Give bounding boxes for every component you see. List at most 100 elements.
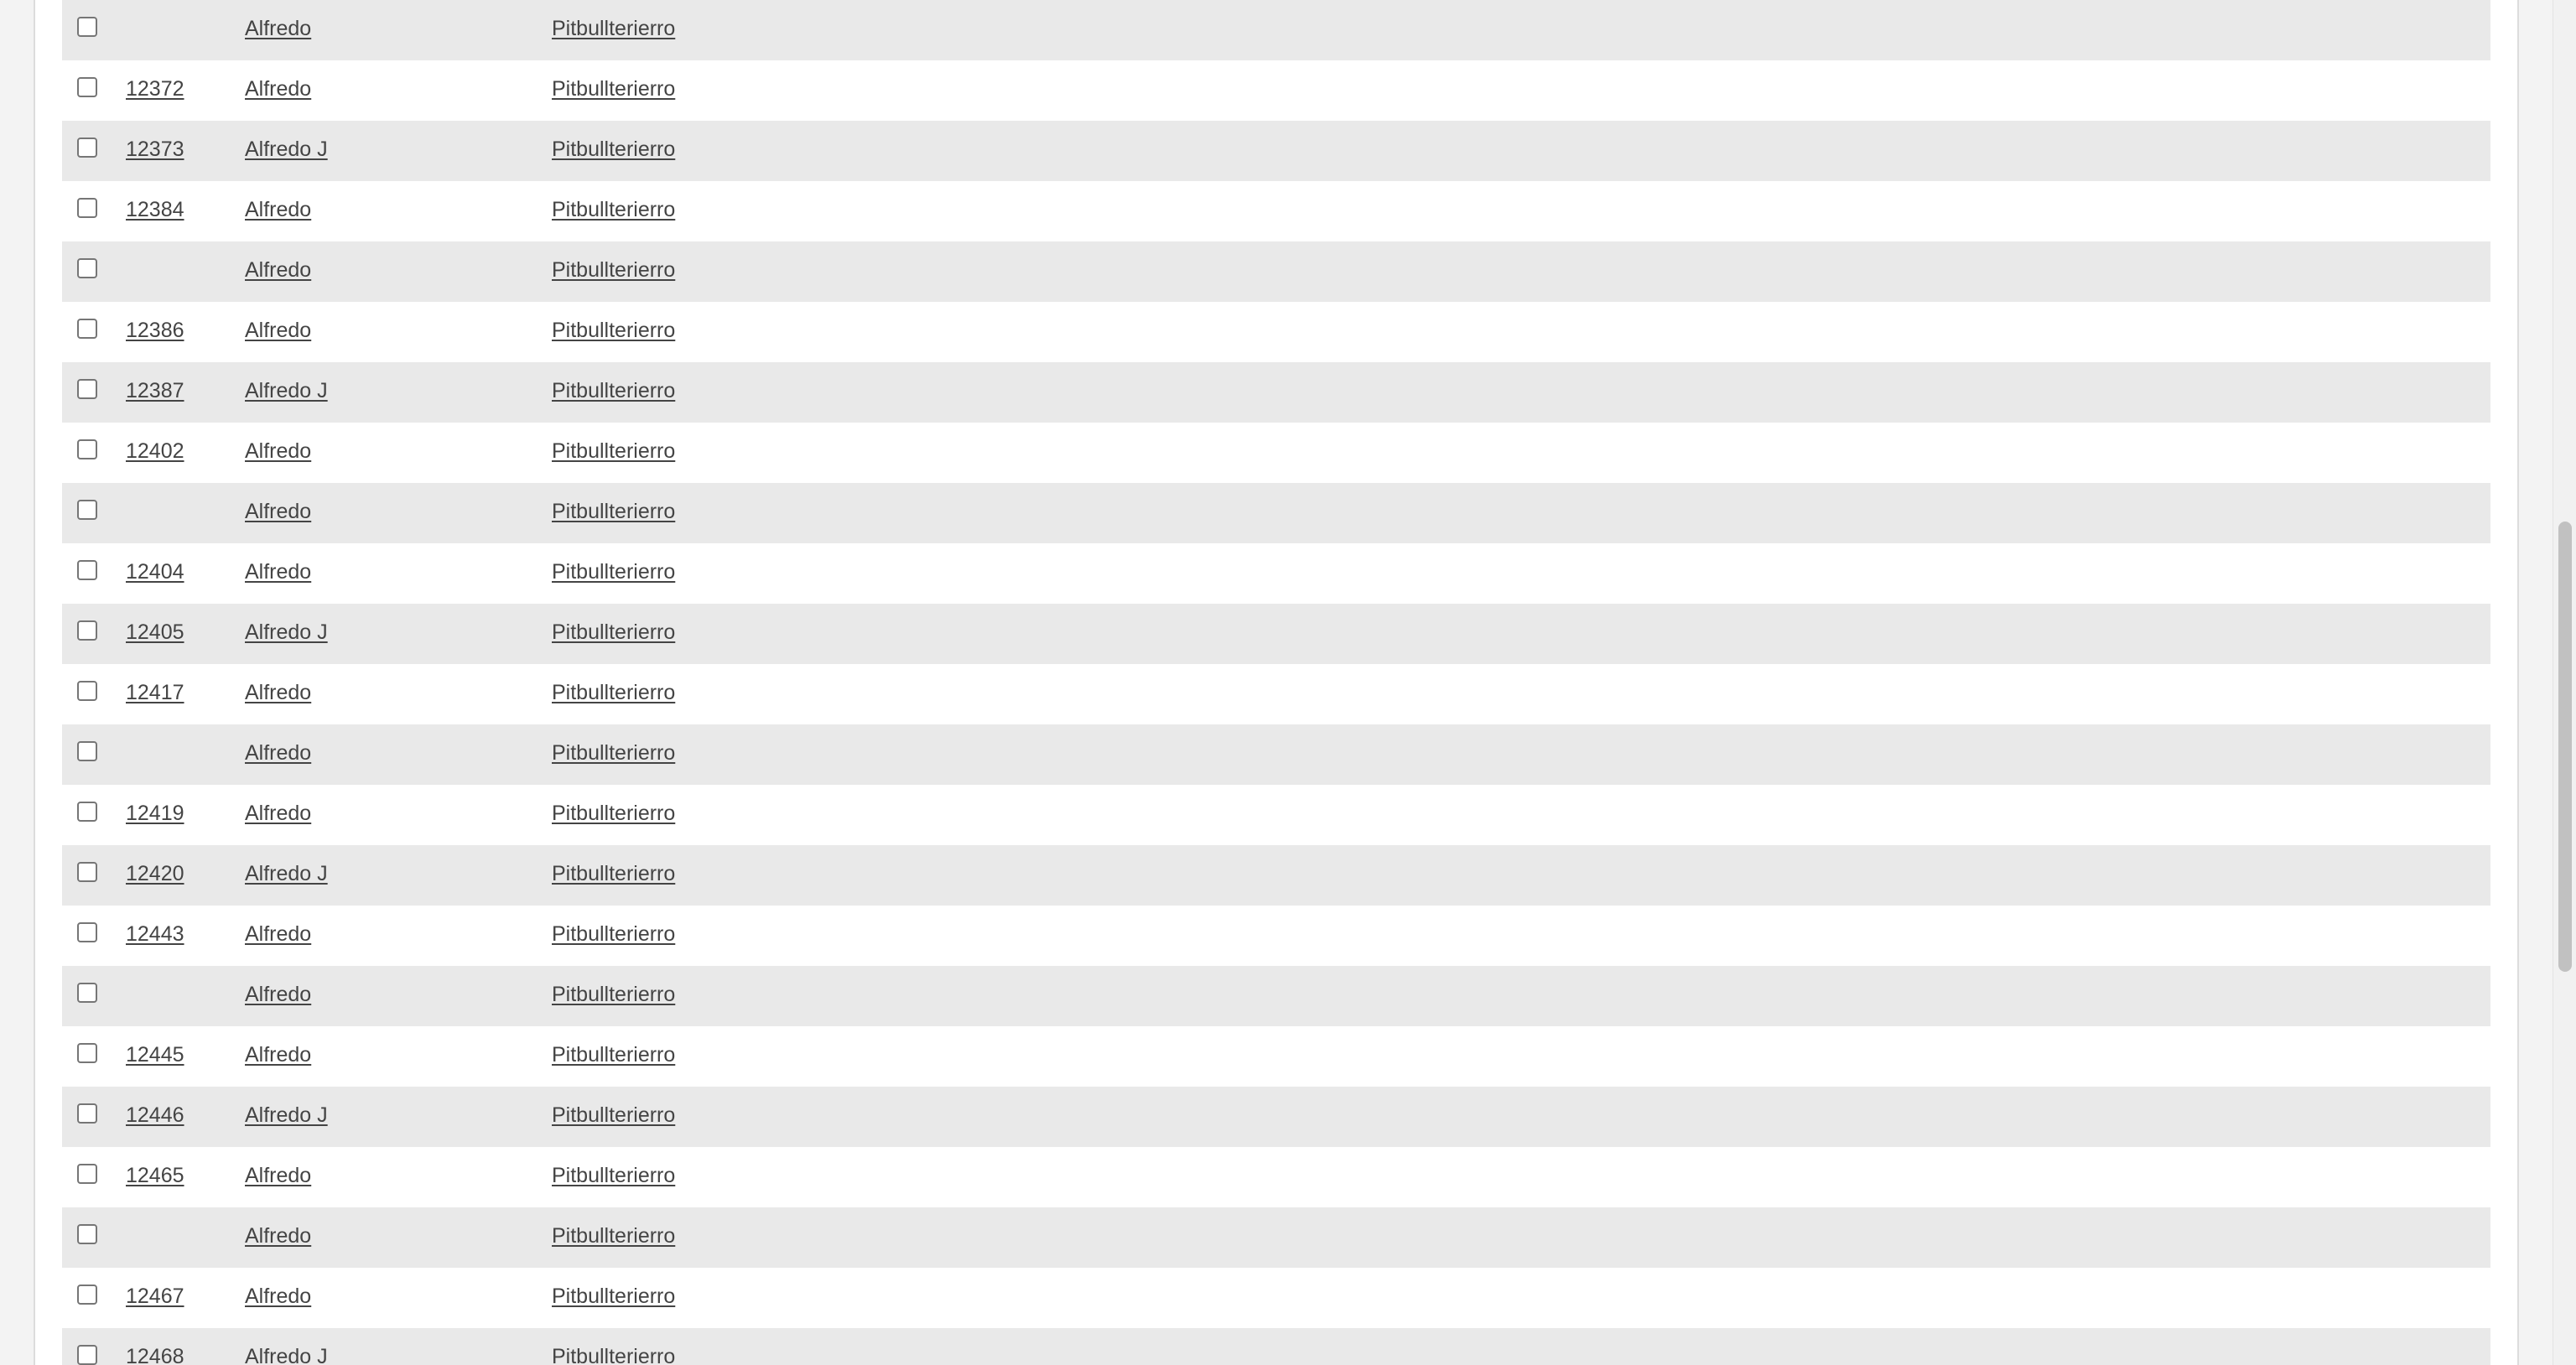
content-panel: Alfredo Pitbullterierro 12372 Alfredo Pi… [34, 0, 2519, 1365]
row-breed-link[interactable]: Pitbullterierro [552, 15, 675, 42]
row-id-link[interactable]: 12402 [126, 438, 184, 465]
table-row: 12386 Alfredo Pitbullterierro [62, 302, 2490, 362]
row-select-checkbox[interactable] [77, 1164, 97, 1184]
row-id-link[interactable]: 12443 [126, 921, 184, 947]
row-breed-link[interactable]: Pitbullterierro [552, 317, 675, 344]
row-id-link[interactable]: 12405 [126, 619, 184, 646]
row-breed-link[interactable]: Pitbullterierro [552, 377, 675, 404]
row-id-link[interactable]: 12446 [126, 1102, 184, 1129]
row-select-checkbox[interactable] [77, 379, 97, 399]
row-id-link[interactable]: 12445 [126, 1041, 184, 1068]
row-breed-link[interactable]: Pitbullterierro [552, 558, 675, 585]
row-name-link[interactable]: Alfredo [245, 438, 311, 465]
row-select-checkbox[interactable] [77, 1345, 97, 1365]
row-breed-link[interactable]: Pitbullterierro [552, 1222, 675, 1249]
row-name-link[interactable]: Alfredo [245, 15, 311, 42]
row-name-link[interactable]: Alfredo [245, 800, 311, 827]
table-row: 12372 Alfredo Pitbullterierro [62, 60, 2490, 121]
table-row: Alfredo Pitbullterierro [62, 1207, 2490, 1268]
row-id-link[interactable]: 12420 [126, 860, 184, 887]
row-id-link[interactable]: 12404 [126, 558, 184, 585]
row-select-checkbox[interactable] [77, 319, 97, 339]
row-name-link[interactable]: Alfredo [245, 257, 311, 283]
row-id-link[interactable]: 12465 [126, 1162, 184, 1189]
row-name-link[interactable]: Alfredo [245, 921, 311, 947]
row-breed-link[interactable]: Pitbullterierro [552, 1102, 675, 1129]
row-breed-link[interactable]: Pitbullterierro [552, 196, 675, 223]
row-select-checkbox[interactable] [77, 439, 97, 459]
row-id-link[interactable]: 12373 [126, 136, 184, 163]
row-name-link[interactable]: Alfredo [245, 498, 311, 525]
row-breed-link[interactable]: Pitbullterierro [552, 619, 675, 646]
row-select-checkbox[interactable] [77, 681, 97, 701]
row-breed-link[interactable]: Pitbullterierro [552, 740, 675, 766]
row-name-link[interactable]: Alfredo J [245, 860, 328, 887]
row-breed-link[interactable]: Pitbullterierro [552, 921, 675, 947]
row-name-link[interactable]: Alfredo [245, 981, 311, 1008]
row-id-link[interactable]: 12419 [126, 800, 184, 827]
row-select-checkbox[interactable] [77, 922, 97, 942]
row-breed-link[interactable]: Pitbullterierro [552, 1041, 675, 1068]
row-select-checkbox[interactable] [77, 560, 97, 580]
row-name-link[interactable]: Alfredo [245, 196, 311, 223]
row-breed-link[interactable]: Pitbullterierro [552, 1162, 675, 1189]
row-select-checkbox[interactable] [77, 1224, 97, 1244]
row-select-checkbox[interactable] [77, 983, 97, 1003]
row-breed-link[interactable]: Pitbullterierro [552, 1283, 675, 1310]
row-name-link[interactable]: Alfredo [245, 1041, 311, 1068]
scrollbar-thumb[interactable] [2558, 522, 2572, 972]
row-name-link[interactable]: Alfredo [245, 740, 311, 766]
row-name-link[interactable]: Alfredo [245, 1222, 311, 1249]
row-select-checkbox[interactable] [77, 1103, 97, 1124]
table-row: Alfredo Pitbullterierro [62, 724, 2490, 785]
row-id-link[interactable]: 12417 [126, 679, 184, 706]
row-id-link[interactable]: 12387 [126, 377, 184, 404]
row-name-link[interactable]: Alfredo J [245, 619, 328, 646]
row-select-checkbox[interactable] [77, 802, 97, 822]
table-row: 12405 Alfredo J Pitbullterierro [62, 604, 2490, 664]
row-id-link[interactable]: 12372 [126, 75, 184, 102]
row-select-checkbox[interactable] [77, 1043, 97, 1063]
row-select-checkbox[interactable] [77, 138, 97, 158]
row-name-link[interactable]: Alfredo J [245, 377, 328, 404]
row-select-checkbox[interactable] [77, 17, 97, 37]
row-breed-link[interactable]: Pitbullterierro [552, 679, 675, 706]
table-row: 12468 Alfredo J Pitbullterierro [62, 1328, 2490, 1365]
row-breed-link[interactable]: Pitbullterierro [552, 136, 675, 163]
row-breed-link[interactable]: Pitbullterierro [552, 860, 675, 887]
row-name-link[interactable]: Alfredo [245, 1283, 311, 1310]
row-name-link[interactable]: Alfredo [245, 75, 311, 102]
row-select-checkbox[interactable] [77, 741, 97, 761]
row-select-checkbox[interactable] [77, 862, 97, 882]
table-row: 12465 Alfredo Pitbullterierro [62, 1147, 2490, 1207]
row-select-checkbox[interactable] [77, 1285, 97, 1305]
row-breed-link[interactable]: Pitbullterierro [552, 75, 675, 102]
row-id-link[interactable]: 12386 [126, 317, 184, 344]
table-row: 12445 Alfredo Pitbullterierro [62, 1026, 2490, 1087]
row-select-checkbox[interactable] [77, 500, 97, 520]
row-select-checkbox[interactable] [77, 258, 97, 278]
row-id-link[interactable]: 12384 [126, 196, 184, 223]
row-breed-link[interactable]: Pitbullterierro [552, 257, 675, 283]
row-breed-link[interactable]: Pitbullterierro [552, 498, 675, 525]
row-name-link[interactable]: Alfredo J [245, 1102, 328, 1129]
row-name-link[interactable]: Alfredo [245, 558, 311, 585]
vertical-scrollbar[interactable] [2553, 0, 2576, 1365]
row-select-checkbox[interactable] [77, 620, 97, 641]
row-breed-link[interactable]: Pitbullterierro [552, 438, 675, 465]
row-breed-link[interactable]: Pitbullterierro [552, 1343, 675, 1365]
table-row: 12417 Alfredo Pitbullterierro [62, 664, 2490, 724]
row-select-checkbox[interactable] [77, 77, 97, 97]
row-id-link[interactable]: 12467 [126, 1283, 184, 1310]
row-name-link[interactable]: Alfredo [245, 1162, 311, 1189]
page-viewport: Alfredo Pitbullterierro 12372 Alfredo Pi… [0, 0, 2576, 1365]
row-name-link[interactable]: Alfredo [245, 679, 311, 706]
row-breed-link[interactable]: Pitbullterierro [552, 981, 675, 1008]
row-name-link[interactable]: Alfredo J [245, 136, 328, 163]
row-id-link[interactable]: 12468 [126, 1343, 184, 1365]
table-row: 12387 Alfredo J Pitbullterierro [62, 362, 2490, 423]
row-select-checkbox[interactable] [77, 198, 97, 218]
row-breed-link[interactable]: Pitbullterierro [552, 800, 675, 827]
row-name-link[interactable]: Alfredo J [245, 1343, 328, 1365]
row-name-link[interactable]: Alfredo [245, 317, 311, 344]
